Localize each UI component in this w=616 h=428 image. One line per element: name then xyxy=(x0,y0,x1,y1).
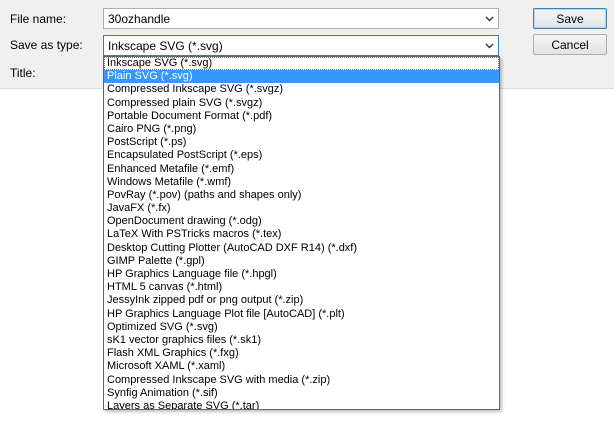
dropdown-option[interactable]: Microsoft XAML (*.xaml) xyxy=(104,360,499,373)
dropdown-option[interactable]: JavaFX (*.fx) xyxy=(104,202,499,215)
cancel-button[interactable]: Cancel xyxy=(533,34,607,55)
dropdown-option[interactable]: Compressed Inkscape SVG with media (*.zi… xyxy=(104,374,499,387)
dropdown-option[interactable]: HP Graphics Language file (*.hpgl) xyxy=(104,268,499,281)
dropdown-option[interactable]: OpenDocument drawing (*.odg) xyxy=(104,215,499,228)
dropdown-option[interactable]: Desktop Cutting Plotter (AutoCAD DXF R14… xyxy=(104,242,499,255)
save-button[interactable]: Save xyxy=(533,8,607,29)
dropdown-option[interactable]: HP Graphics Language Plot file [AutoCAD]… xyxy=(104,308,499,321)
dropdown-option[interactable]: Compressed Inkscape SVG (*.svgz) xyxy=(104,83,499,96)
dropdown-option[interactable]: Cairo PNG (*.png) xyxy=(104,123,499,136)
title-label: Title: xyxy=(10,66,36,80)
dropdown-option[interactable]: Synfig Animation (*.sif) xyxy=(104,387,499,400)
dropdown-option[interactable]: PovRay (*.pov) (paths and shapes only) xyxy=(104,189,499,202)
dropdown-option[interactable]: Flash XML Graphics (*.fxg) xyxy=(104,347,499,360)
dropdown-option[interactable]: GIMP Palette (*.gpl) xyxy=(104,255,499,268)
file-name-combobox[interactable]: 30ozhandle xyxy=(103,8,499,29)
save-as-type-label: Save as type: xyxy=(10,38,83,52)
dropdown-option[interactable]: Optimized SVG (*.svg) xyxy=(104,321,499,334)
dropdown-option[interactable]: HTML 5 canvas (*.html) xyxy=(104,281,499,294)
dropdown-option[interactable]: Portable Document Format (*.pdf) xyxy=(104,110,499,123)
chevron-down-icon[interactable] xyxy=(481,36,498,55)
file-name-input[interactable]: 30ozhandle xyxy=(108,12,170,26)
dropdown-option[interactable]: sK1 vector graphics files (*.sk1) xyxy=(104,334,499,347)
dropdown-option[interactable]: Layers as Separate SVG (*.tar) xyxy=(104,400,499,409)
dropdown-option[interactable]: Compressed plain SVG (*.svgz) xyxy=(104,97,499,110)
dropdown-option[interactable]: Inkscape SVG (*.svg) xyxy=(104,57,499,71)
chevron-down-icon[interactable] xyxy=(481,9,498,28)
dropdown-option[interactable]: Encapsulated PostScript (*.eps) xyxy=(104,149,499,162)
dropdown-option[interactable]: PostScript (*.ps) xyxy=(104,136,499,149)
save-as-type-value: Inkscape SVG (*.svg) xyxy=(108,39,223,53)
dropdown-option[interactable]: Enhanced Metafile (*.emf) xyxy=(104,163,499,176)
file-name-label: File name: xyxy=(10,12,67,26)
save-as-type-select[interactable]: Inkscape SVG (*.svg) xyxy=(103,35,499,56)
dropdown-option[interactable]: JessyInk zipped pdf or png output (*.zip… xyxy=(104,294,499,307)
dropdown-option[interactable]: LaTeX With PSTricks macros (*.tex) xyxy=(104,228,499,241)
dropdown-option[interactable]: Windows Metafile (*.wmf) xyxy=(104,176,499,189)
file-type-dropdown-list[interactable]: Inkscape SVG (*.svg) Plain SVG (*.svg) Com… xyxy=(103,56,500,410)
dropdown-option[interactable]: Plain SVG (*.svg) xyxy=(104,70,499,84)
